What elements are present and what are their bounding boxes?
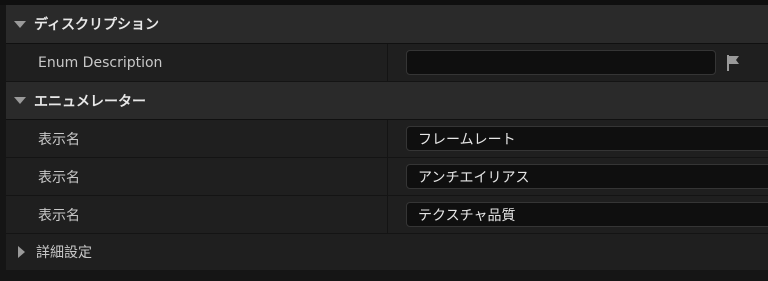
enumerator-display-name-input[interactable]: テクスチャ品質 (406, 202, 768, 227)
section-header-advanced[interactable]: 詳細設定 (6, 234, 768, 270)
collapse-arrow-icon[interactable] (6, 246, 36, 258)
property-value-cell (388, 44, 768, 81)
expand-arrow-icon[interactable] (6, 20, 34, 28)
section-title-description: ディスクリプション (34, 17, 160, 33)
section-title-advanced: 詳細設定 (36, 245, 92, 261)
section-header-enumerators[interactable]: エニュメレーター (6, 82, 768, 120)
section-title-enumerators: エニュメレーター (34, 93, 146, 110)
enumerator-display-name-input[interactable]: フレームレート (406, 126, 768, 151)
enumerator-display-name-label: 表示名 (6, 196, 388, 233)
enumerator-row: 表示名 フレームレート (6, 120, 768, 158)
details-panel: ディスクリプション Enum Description エニュメレーター 表示名 … (0, 0, 768, 281)
enum-description-input[interactable] (406, 50, 716, 75)
enumerator-display-name-input[interactable]: アンチエイリアス (406, 164, 768, 189)
enumerator-row: 表示名 アンチエイリアス (6, 158, 768, 196)
property-value-cell: テクスチャ品質 (388, 196, 768, 233)
property-row-enum-description: Enum Description (6, 44, 768, 82)
enumerator-display-name-label: 表示名 (6, 120, 388, 157)
property-value-cell: フレームレート (388, 120, 768, 157)
property-value-cell: アンチエイリアス (388, 158, 768, 195)
property-label-enum-description: Enum Description (6, 44, 388, 81)
enumerator-display-name-label: 表示名 (6, 158, 388, 195)
flag-icon[interactable] (724, 53, 744, 73)
expand-arrow-icon[interactable] (6, 97, 34, 104)
enumerator-row: 表示名 テクスチャ品質 (6, 196, 768, 234)
section-header-description[interactable]: ディスクリプション (6, 5, 768, 44)
